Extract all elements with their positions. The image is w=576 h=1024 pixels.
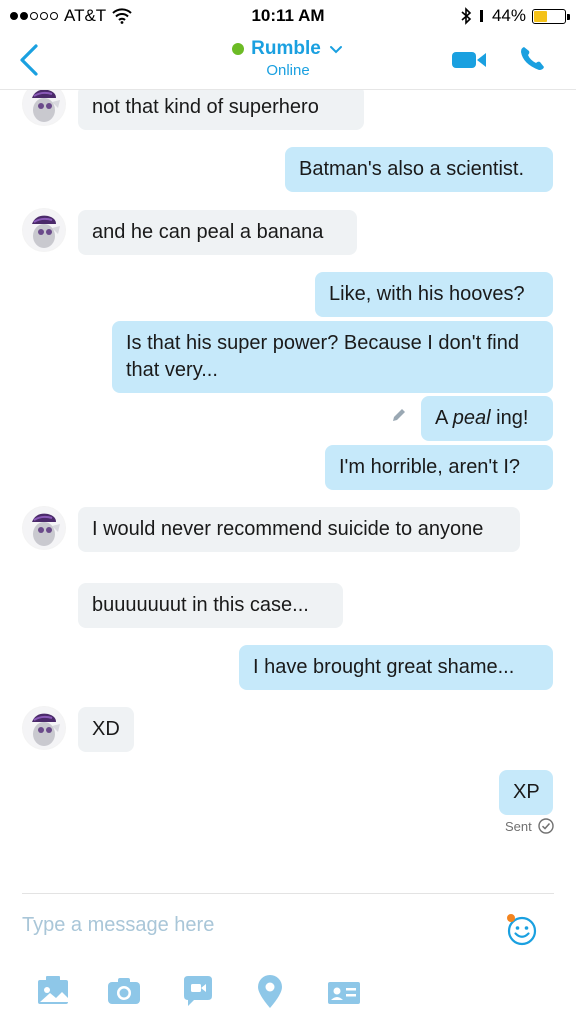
outgoing-message[interactable]: I'm horrible, aren't I? [325,445,553,490]
message-text-italic: peal [452,407,491,429]
message-text: A [435,407,453,429]
video-message-icon[interactable] [180,974,216,1010]
contact-info[interactable]: Rumble Online [0,38,576,79]
incoming-message[interactable]: and he can peal a banana [78,210,357,255]
incoming-message[interactable]: buuuuuuut in this case... [78,583,343,628]
incoming-message[interactable]: not that kind of superhero [78,85,364,130]
gallery-icon[interactable] [36,974,72,1010]
message-list[interactable]: not that kind of superhero Batman's also… [0,0,576,880]
online-status-icon [232,43,245,55]
message-text: XP [513,781,540,803]
composer-divider [22,893,554,894]
contact-avatar[interactable] [22,208,66,252]
camera-icon[interactable] [106,974,142,1010]
contact-name: Rumble [251,38,321,59]
edited-pencil-icon [393,409,405,421]
outgoing-message[interactable]: Batman's also a scientist. [285,147,553,192]
emoji-icon[interactable] [504,912,540,948]
conversation-header: Rumble Online [0,32,576,90]
outgoing-message[interactable]: Like, with his hooves? [315,272,553,317]
location-icon[interactable] [252,974,288,1010]
phone-call-icon[interactable] [517,44,547,74]
outgoing-message[interactable]: XP [499,770,553,815]
message-input[interactable]: Type a message here [22,914,214,937]
message-text: Batman's also a scientist. [299,158,525,180]
contact-avatar[interactable] [22,506,66,550]
sent-label: Sent [505,818,532,834]
contact-avatar[interactable] [22,706,66,750]
outgoing-message[interactable]: Is that his super power? Because I don't… [112,321,553,393]
message-text: I'm horrible, aren't I? [339,456,521,478]
message-text: not that kind of superhero [92,96,319,118]
message-text: XD [92,718,120,740]
contact-card-icon[interactable] [326,974,362,1010]
message-text: buuuuuuut in this case... [92,594,309,616]
check-circle-icon [538,818,554,834]
presence-status: Online [266,62,310,79]
message-text: ing! [490,407,529,429]
incoming-message[interactable]: XD [78,707,134,752]
composer-toolbar [0,974,576,1014]
outgoing-message[interactable]: A peal ing! [421,396,553,441]
video-call-icon[interactable] [450,48,488,72]
message-text: Like, with his hooves? [329,283,525,305]
message-text: and he can peal a banana [92,221,324,243]
message-text: I have brought great shame... [253,656,515,678]
delivery-status: Sent [505,818,554,834]
message-text: I would never recommend suicide to anyon… [92,518,484,540]
message-text: Is that his super power? Because I don't… [126,332,519,381]
incoming-message[interactable]: I would never recommend suicide to anyon… [78,507,520,552]
chevron-down-icon [329,46,342,54]
outgoing-message[interactable]: I have brought great shame... [239,645,553,690]
